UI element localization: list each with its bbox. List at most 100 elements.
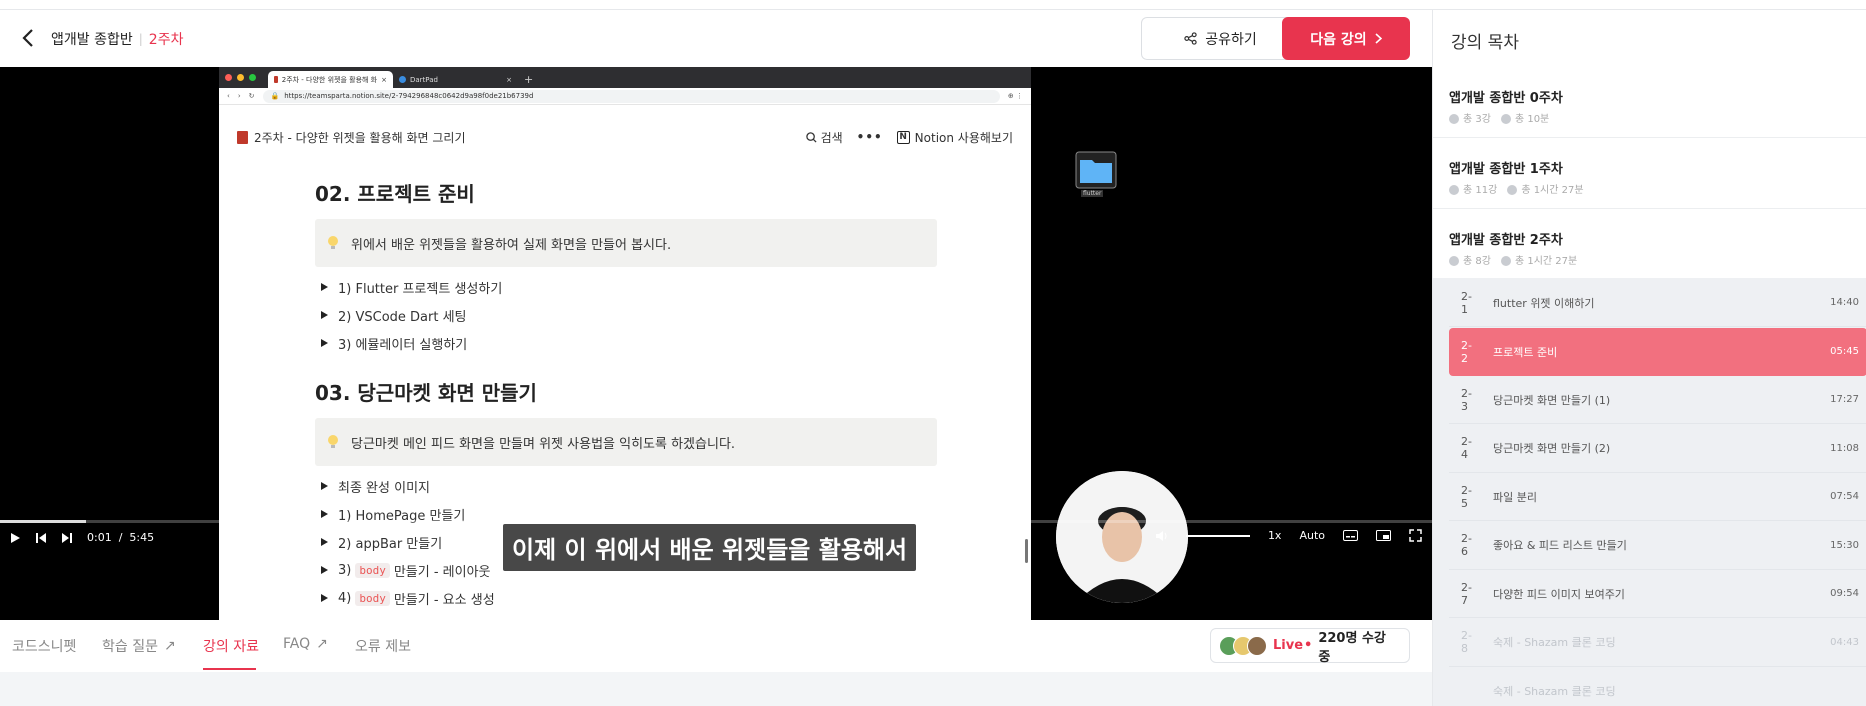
share-label: 공유하기 <box>1205 31 1257 48</box>
captions-icon[interactable] <box>1343 530 1358 541</box>
clock-icon <box>1500 256 1511 266</box>
clock-icon <box>1500 114 1511 124</box>
back-button[interactable] <box>18 24 38 52</box>
share-button[interactable]: 공유하기 <box>1141 17 1300 60</box>
play-circle-icon <box>1449 256 1459 266</box>
notion-breadcrumb: 2주차 - 다양한 위젯을 활용해 화면 그리기 <box>237 129 466 146</box>
breadcrumb: 앱개발 종합반 | 2주차 <box>51 29 183 49</box>
toggle-item: 최종 완성 이미지 <box>315 472 937 500</box>
sidebar-title: 강의 목차 <box>1451 33 1519 53</box>
lesson-duration: 14:40 <box>1830 297 1859 308</box>
top-strip <box>0 0 1866 10</box>
browser-extension-icons: ⊕ ⋮ <box>1007 92 1023 100</box>
callout-box: 위에서 배운 위젯들을 활용하여 실제 화면을 만들어 봅시다. <box>315 219 937 267</box>
lesson-number: 2-6 <box>1461 532 1472 558</box>
toggle-item: 3) 에뮬레이터 실행하기 <box>315 329 937 357</box>
tab-materials[interactable]: 강의 자료 <box>203 636 259 656</box>
dartpad-icon <box>399 76 406 83</box>
lesson-item[interactable]: 2-5 파일 분리 07:54 <box>1449 473 1866 521</box>
toggle-triangle-icon <box>321 283 328 291</box>
folder-label: flutter <box>1081 190 1104 197</box>
lesson-item[interactable]: 숙제 - Shazam 클론 코딩 <box>1449 667 1866 706</box>
picture-in-picture-icon[interactable] <box>1376 530 1391 541</box>
toggle-triangle-icon <box>321 339 328 347</box>
tab-code-snippet[interactable]: 코드스니펫 <box>12 636 76 656</box>
browser-address-bar: ‹ › ↻ 🔒 https://teamsparta.notion.site/2… <box>219 88 1031 105</box>
lesson-title: 숙제 - Shazam 클론 코딩 <box>1493 636 1616 649</box>
live-viewers-badge[interactable]: Live • 220명 수강 중 <box>1210 628 1410 665</box>
book-icon <box>237 130 248 144</box>
desktop-folder: flutter <box>1075 151 1117 199</box>
lesson-item[interactable]: 2-3 당근마켓 화면 만들기 (1) 17:27 <box>1449 376 1866 424</box>
toggle-triangle-icon <box>321 510 328 518</box>
lesson-duration: 07:54 <box>1830 491 1859 502</box>
lesson-item[interactable]: 2-2 프로젝트 준비 05:45 <box>1449 327 1866 376</box>
lesson-duration: 17:27 <box>1830 394 1859 405</box>
tab-report-error[interactable]: 오류 제보 <box>355 636 411 656</box>
skip-forward-icon[interactable] <box>61 532 73 544</box>
folder-icon <box>1075 151 1117 189</box>
notion-search: 검색 <box>805 129 843 146</box>
week-item-2[interactable]: 앱개발 종합반 2주차 총 8강 총 1시간 27분 <box>1433 209 1866 280</box>
toggle-triangle-icon <box>321 482 328 490</box>
play-circle-icon <box>1449 114 1459 124</box>
page-footer-area <box>0 672 1432 706</box>
volume-slider[interactable] <box>1185 534 1250 537</box>
play-icon[interactable] <box>10 532 21 544</box>
lesson-item[interactable]: 2-8 숙제 - Shazam 클론 코딩 04:43 <box>1449 619 1866 667</box>
lightbulb-icon <box>327 434 339 450</box>
url-field: 🔒 https://teamsparta.notion.site/2-79429… <box>262 89 1000 103</box>
toggle-triangle-icon <box>321 311 328 319</box>
browser-tab-notion: 2주차 - 다양한 위젯을 활용해 화 × <box>268 71 393 88</box>
week-item-0[interactable]: 앱개발 종합반 0주차 총 3강 총 10분 <box>1433 67 1866 138</box>
tab-close-icon: × <box>506 75 512 84</box>
active-tab-indicator <box>203 668 256 670</box>
share-icon <box>1184 32 1197 45</box>
external-link-icon: ↗ <box>316 636 328 652</box>
window-controls <box>225 74 256 88</box>
playback-speed[interactable]: 1x <box>1268 529 1282 542</box>
lesson-number: 2-7 <box>1461 580 1472 607</box>
next-lecture-label: 다음 강의 <box>1310 31 1367 48</box>
video-controls-left: 0:01 / 5:45 <box>10 531 154 544</box>
inline-code: body <box>355 562 390 578</box>
week-item-1[interactable]: 앱개발 종합반 1주차 총 11강 총 1시간 27분 <box>1433 138 1866 209</box>
nav-back-icon: ‹ <box>227 92 230 100</box>
video-controls-right: 1x Auto <box>1155 529 1422 542</box>
lesson-duration: 04:43 <box>1830 636 1859 648</box>
notion-topbar: 2주차 - 다양한 위젯을 활용해 화면 그리기 검색 ••• N Notion… <box>219 123 1031 151</box>
volume-icon[interactable] <box>1155 530 1168 542</box>
lesson-title: 프로젝트 준비 <box>1493 345 1558 359</box>
fullscreen-icon[interactable] <box>1409 529 1422 542</box>
lesson-item[interactable]: 2-7 다양한 피드 이미지 보여주기 09:54 <box>1449 570 1866 618</box>
lesson-title: 파일 분리 <box>1493 490 1537 504</box>
toggle-item: 1) Flutter 프로젝트 생성하기 <box>315 273 937 301</box>
quality-selector[interactable]: Auto <box>1299 529 1325 542</box>
tab-close-icon: × <box>381 75 387 84</box>
play-circle-icon <box>1449 185 1459 195</box>
lesson-list: 2-1 flutter 위젯 이해하기 14:40 2-2 프로젝트 준비 05:45 2-… <box>1433 278 1866 706</box>
live-label: Live <box>1273 638 1304 653</box>
lesson-title: 다양한 피드 이미지 보여주기 <box>1493 587 1625 601</box>
next-lecture-button[interactable]: 다음 강의 <box>1282 17 1410 60</box>
lesson-number: 2-2 <box>1461 338 1472 365</box>
video-controls: 0:01 / 5:45 1x Auto <box>0 520 1432 553</box>
toggle-triangle-icon <box>321 566 328 574</box>
lesson-duration: 11:08 <box>1830 442 1859 454</box>
search-icon <box>805 131 817 143</box>
notion-actions: 검색 ••• N Notion 사용해보기 <box>805 129 1013 146</box>
live-dot: • <box>1304 638 1313 653</box>
skip-back-icon[interactable] <box>35 532 47 544</box>
lesson-title: 숙제 - Shazam 클론 코딩 <box>1493 684 1616 698</box>
lesson-item[interactable]: 2-6 좋아요 & 피드 리스트 만들기 15:30 <box>1449 522 1866 570</box>
nav-forward-icon: › <box>237 92 241 100</box>
lesson-title: 당근마켓 화면 만들기 (1) <box>1493 393 1611 407</box>
lesson-title: 좋아요 & 피드 리스트 만들기 <box>1493 539 1627 552</box>
toggle-item: 4) body 만들기 - 요소 생성 <box>315 584 937 612</box>
app-root: 앱개발 종합반 | 2주차 공유하기 다음 강의 2주차 - 다양한 위젯을 활… <box>0 0 1866 706</box>
lesson-item[interactable]: 2-1 flutter 위젯 이해하기 14:40 <box>1449 279 1866 327</box>
tab-faq[interactable]: FAQ ↗ <box>283 636 328 652</box>
tab-questions[interactable]: 학습 질문 ↗ <box>102 636 176 656</box>
notion-logo-icon: N <box>896 130 910 144</box>
lesson-item[interactable]: 2-4 당근마켓 화면 만들기 (2) 11:08 <box>1449 425 1866 473</box>
